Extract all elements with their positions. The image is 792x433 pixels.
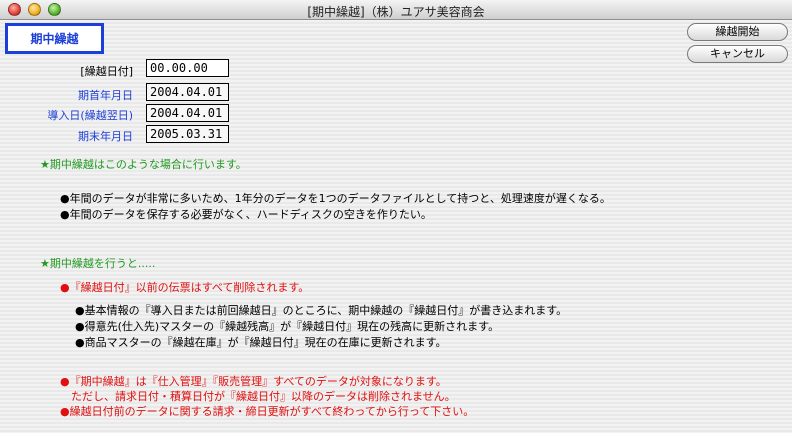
section1-bullet: ●年間のデータが非常に多いため、1年分のデータを1つのデータファイルとして持つと… (60, 192, 611, 205)
window-title: [期中繰越]（株）ユアサ美容商会 (307, 5, 485, 19)
note-line: ●繰越日付前のデータに関する請求・締日更新がすべて終わってから行って下さい。 (60, 405, 475, 418)
section2-bullet: ●基本情報の『導入日または前回繰越日』のところに、期中繰越の『繰越日付』が書き込… (75, 304, 568, 317)
note-line: ●『期中繰越』は『仕入管理』『販売管理』すべてのデータが対象になります。 (60, 375, 447, 388)
cancel-button[interactable]: キャンセル (687, 45, 788, 63)
introduction-date-label: 導入日(繰越翌日) (47, 109, 133, 122)
section1-heading: ★期中繰越はこのような場合に行います。 (40, 158, 247, 171)
period-end-value: 2005.03.31 (146, 125, 229, 143)
deletion-warning: ●『繰越日付』以前の伝票はすべて削除されます。 (60, 281, 310, 294)
note-line: ただし、請求日付・積算日付が『繰越日付』以降のデータは削除されません。 (60, 390, 456, 403)
carryover-date-input[interactable]: 00.00.00 (146, 59, 229, 77)
carryover-date-label: [繰越日付] (80, 65, 133, 78)
section2-bullet: ●商品マスターの『繰越在庫』が『繰越日付』現在の在庫に更新されます。 (75, 336, 447, 349)
period-start-label: 期首年月日 (78, 89, 133, 102)
period-end-label: 期末年月日 (78, 130, 133, 143)
title-bar: [期中繰越]（株）ユアサ美容商会 (0, 0, 792, 20)
dialog-content: 期中繰越 繰越開始 キャンセル [繰越日付] 00.00.00 期首年月日 20… (0, 20, 792, 433)
section2-heading: ★期中繰越を行うと..... (40, 257, 156, 270)
section2-bullet: ●得意先(仕入先)マスターの『繰越残高』が『繰越日付』現在の残高に更新されます。 (75, 320, 500, 333)
section1-bullet: ●年間のデータを保存する必要がなく、ハードディスクの空きを作りたい。 (60, 208, 432, 221)
mode-label: 期中繰越 (5, 23, 104, 54)
start-carryover-button[interactable]: 繰越開始 (687, 23, 788, 41)
introduction-date-value: 2004.04.01 (146, 104, 229, 122)
period-start-value: 2004.04.01 (146, 83, 229, 101)
